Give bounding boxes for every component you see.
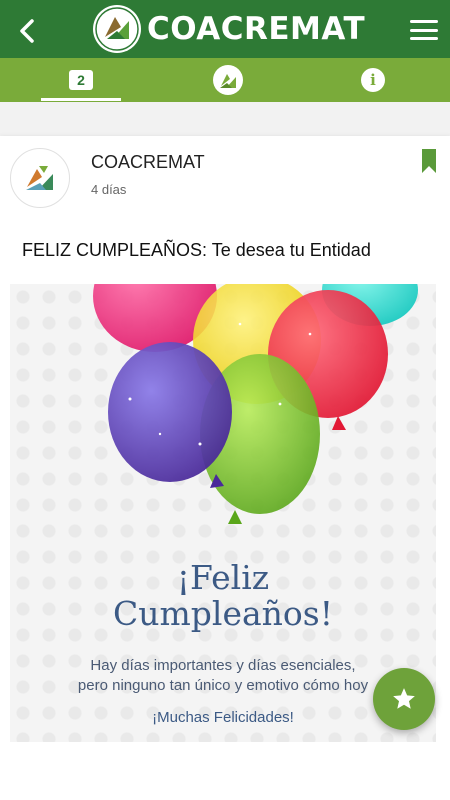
sparkle — [198, 442, 202, 446]
sparkle — [278, 402, 282, 406]
active-tab-indicator — [41, 98, 121, 101]
message-line-1: Hay días importantes y días esenciales, — [90, 657, 356, 674]
post-author: COACREMAT — [91, 152, 205, 172]
greeting-line-2: Cumpleaños! — [113, 594, 333, 633]
avatar[interactable] — [10, 148, 70, 208]
bookmark-button[interactable] — [422, 149, 436, 178]
balloon-red-knot — [332, 416, 346, 430]
back-button[interactable] — [10, 14, 44, 48]
chevron-left-icon — [20, 19, 34, 43]
favorite-fab[interactable] — [373, 668, 435, 730]
coacremat-logo-icon — [26, 166, 53, 190]
tab-notifications[interactable]: 2 — [41, 58, 121, 102]
bookmark-icon — [422, 149, 436, 173]
sparkle — [308, 332, 312, 336]
recycle-logo-icon — [213, 65, 243, 95]
tab-bar: 2 i — [0, 58, 450, 102]
sparkle — [238, 322, 242, 326]
menu-line — [410, 20, 438, 23]
post-title: FELIZ CUMPLEAÑOS: Te desea tu Entidad — [22, 240, 371, 260]
info-icon: i — [361, 68, 385, 92]
top-app-bar: COACREMAT — [0, 0, 450, 58]
brand-name: COACREMAT — [147, 11, 366, 47]
greeting-line-1: ¡Feliz — [176, 558, 270, 597]
logo-badge-icon — [93, 5, 141, 53]
balloons-illustration — [93, 284, 418, 524]
message-line-3: ¡Muchas Felicidades! — [152, 709, 294, 726]
balloon-purple — [108, 342, 232, 482]
post-image[interactable]: ¡Feliz Cumpleaños! Hay días importantes … — [10, 284, 436, 742]
count-badge: 2 — [69, 70, 93, 90]
menu-line — [410, 28, 438, 32]
post-time: 4 días — [91, 182, 127, 197]
menu-line — [410, 37, 438, 40]
app-logo: COACREMAT — [93, 4, 365, 54]
menu-button[interactable] — [410, 20, 438, 40]
tab-home[interactable] — [210, 58, 246, 102]
balloon-green-knot — [228, 510, 242, 524]
sparkle — [158, 432, 162, 436]
star-icon — [393, 688, 415, 709]
message-line-2: pero ninguno tan único y emotivo cómo ho… — [77, 677, 369, 694]
tab-info[interactable]: i — [355, 58, 391, 102]
sparkle — [128, 397, 132, 401]
